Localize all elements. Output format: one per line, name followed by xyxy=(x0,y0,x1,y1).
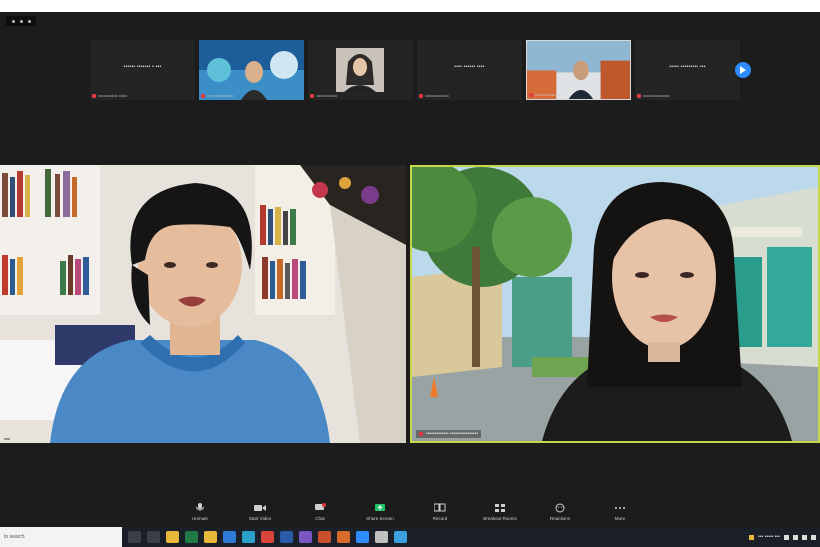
muted-mic-icon xyxy=(419,93,423,98)
more-icon xyxy=(615,506,625,509)
video-icon xyxy=(254,504,266,511)
mic-icon xyxy=(195,502,205,510)
speaker-video-image xyxy=(412,167,818,441)
unmute-button[interactable]: Unmute xyxy=(178,496,222,527)
reactions-button[interactable]: Reactions xyxy=(538,496,582,527)
muted-mic-icon xyxy=(310,93,314,98)
chrome-icon[interactable] xyxy=(261,531,274,543)
toolbar-label: Unmute xyxy=(192,515,208,521)
muted-mic-icon xyxy=(201,93,205,98)
participant-tile[interactable]: ••••• ••••••••• ••• ••••••••••••••••••• xyxy=(635,40,740,100)
windows-taskbar: to search ••• ••••• ••• xyxy=(0,527,820,547)
tray-text: ••• ••••• ••• xyxy=(757,534,780,540)
zoom-window: •••••• ••••••• • ••• •••••••••••••• ••••… xyxy=(0,12,820,527)
chat-icon xyxy=(315,502,326,510)
task-view-icon[interactable] xyxy=(128,531,141,543)
muted-mic-icon xyxy=(529,92,533,97)
participant-name: ••••• ••••••••• ••• xyxy=(669,64,706,70)
participant-name: •••••• ••••••• • ••• xyxy=(123,64,162,70)
participant-tile[interactable]: •••••• ••••••• • ••• •••••••••••••• ••••… xyxy=(90,40,195,100)
participant-tile[interactable]: ••••••••••••••• xyxy=(308,40,413,100)
app-icon[interactable] xyxy=(299,531,312,543)
speaker-video-1[interactable] xyxy=(0,165,406,443)
toolbar-label: Chat xyxy=(315,515,325,521)
app-icon[interactable] xyxy=(147,531,160,543)
participant-caption: ••• ••••••••••••••• xyxy=(207,93,234,98)
app-icon[interactable] xyxy=(375,531,388,543)
folder-icon[interactable] xyxy=(166,531,179,543)
share-screen-button[interactable]: Share Screen xyxy=(358,496,402,527)
participant-caption: •••••••••••••••••• xyxy=(535,92,561,97)
app-icon[interactable] xyxy=(394,531,407,543)
system-tray: ••• ••••• ••• xyxy=(748,527,816,547)
zoom-icon[interactable] xyxy=(356,531,369,543)
speaker-caption: ••••••••••••• •••••••••••••••• xyxy=(416,430,482,438)
excel-icon[interactable] xyxy=(185,531,198,543)
record-button[interactable]: Record xyxy=(418,496,462,527)
toolbar-label: More xyxy=(614,515,626,521)
toolbar-label: Reactions xyxy=(549,515,570,521)
participant-video xyxy=(308,40,413,100)
participant-name: •••• •••••• •••• xyxy=(454,64,485,70)
folder-icon[interactable] xyxy=(204,531,217,543)
toolbar-label: Start Video xyxy=(248,515,272,521)
muted-mic-icon xyxy=(637,93,641,98)
muted-mic-icon xyxy=(92,93,96,98)
chevron-up-icon[interactable] xyxy=(784,534,789,540)
weather-icon xyxy=(748,534,754,540)
powerpoint-icon[interactable] xyxy=(318,531,331,543)
participant-strip: •••••• ••••••• • ••• •••••••••••••• ••••… xyxy=(90,40,740,100)
speaker-caption xyxy=(4,438,10,440)
participant-tile[interactable]: •••• •••••• •••• ••••••••••••••••• xyxy=(417,40,522,100)
keyboard-icon[interactable] xyxy=(811,534,816,540)
volume-icon[interactable] xyxy=(802,534,807,540)
reactions-icon xyxy=(555,503,565,512)
window-controls[interactable] xyxy=(6,16,36,26)
record-icon xyxy=(434,503,446,511)
network-icon[interactable] xyxy=(793,534,798,540)
start-video-button[interactable]: Start Video xyxy=(238,496,282,527)
participant-tile[interactable]: ••• ••••••••••••••• xyxy=(199,40,304,100)
toolbar-label: Share Screen xyxy=(366,515,394,521)
toolbar-label: Breakout Rooms xyxy=(483,515,517,521)
speaker-video-image xyxy=(0,165,406,443)
muted-mic-icon xyxy=(419,432,423,436)
participant-caption: ••••••••••••••••• xyxy=(425,93,449,98)
breakout-icon xyxy=(495,503,505,512)
next-page-button[interactable] xyxy=(735,62,751,78)
speaker-video-2[interactable]: ••••••••••••• •••••••••••••••• xyxy=(410,165,820,443)
word-icon[interactable] xyxy=(280,531,293,543)
toolbar-label: Record xyxy=(432,515,448,521)
taskbar-search[interactable]: to search xyxy=(0,527,122,547)
app-icon[interactable] xyxy=(337,531,350,543)
participant-caption: ••••••••••••••• xyxy=(316,93,338,98)
store-icon[interactable] xyxy=(223,531,236,543)
taskbar-apps xyxy=(128,531,407,543)
participant-caption: ••••••••••••••••••• xyxy=(643,93,670,98)
meeting-toolbar: Unmute Start Video Chat Share Screen Rec… xyxy=(0,496,820,527)
participant-tile[interactable]: •••••••••••••••••• xyxy=(526,40,631,100)
chat-button[interactable]: Chat xyxy=(298,496,342,527)
breakout-rooms-button[interactable]: Breakout Rooms xyxy=(478,496,522,527)
participant-video xyxy=(199,40,304,100)
edge-icon[interactable] xyxy=(242,531,255,543)
share-screen-icon xyxy=(375,503,385,511)
participant-caption: •••••••••••••• •••••• xyxy=(98,93,128,98)
more-button[interactable]: More xyxy=(598,496,642,527)
